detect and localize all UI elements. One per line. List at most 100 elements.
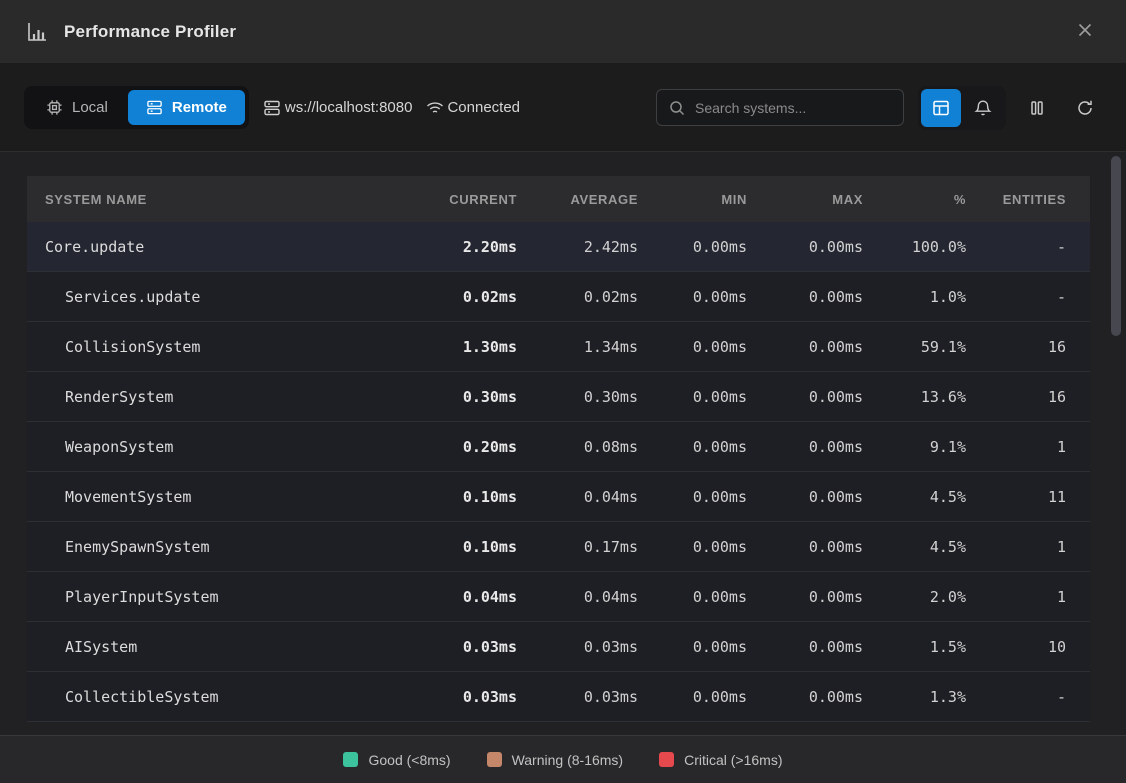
table-row[interactable]: Services.update 0.02ms 0.02ms 0.00ms 0.0…: [27, 272, 1090, 322]
cell-max: 0.00ms: [749, 638, 865, 656]
mode-local-label: Local: [72, 99, 108, 116]
search-input[interactable]: [695, 100, 891, 116]
column-header-system-name[interactable]: SYSTEM NAME: [27, 192, 407, 207]
cell-max: 0.00ms: [749, 288, 865, 306]
cell-entities: -: [968, 288, 1090, 306]
view-toggle-group: [918, 86, 1006, 130]
connection-status: Connected: [426, 99, 520, 117]
cell-current: 0.30ms: [407, 388, 519, 406]
cell-average: 0.17ms: [519, 538, 640, 556]
cell-min: 0.00ms: [640, 488, 749, 506]
bar-chart-icon: [26, 21, 48, 43]
server-icon: [146, 99, 163, 116]
cell-min: 0.00ms: [640, 588, 749, 606]
legend-label: Warning (8-16ms): [512, 752, 624, 768]
cell-max: 0.00ms: [749, 588, 865, 606]
column-header-percent[interactable]: %: [865, 192, 968, 207]
cell-entities: -: [968, 688, 1090, 706]
server-icon: [263, 99, 281, 117]
pause-button[interactable]: [1020, 89, 1054, 127]
legend-label: Good (<8ms): [368, 752, 450, 768]
cell-max: 0.00ms: [749, 338, 865, 356]
column-header-max[interactable]: MAX: [749, 192, 865, 207]
close-button[interactable]: [1070, 17, 1100, 47]
vertical-scrollbar[interactable]: [1110, 154, 1122, 733]
refresh-button[interactable]: [1068, 89, 1102, 127]
legend-item: Warning (8-16ms): [487, 752, 624, 768]
table-view-button[interactable]: [921, 89, 961, 127]
cell-percent: 13.6%: [865, 388, 968, 406]
cell-percent: 9.1%: [865, 438, 968, 456]
scrollbar-thumb[interactable]: [1111, 156, 1121, 336]
cell-system-name: WeaponSystem: [27, 438, 407, 456]
close-icon: [1077, 22, 1093, 41]
column-header-entities[interactable]: ENTITIES: [968, 192, 1090, 207]
alerts-button[interactable]: [963, 89, 1003, 127]
cell-average: 2.42ms: [519, 238, 640, 256]
toolbar: Local Remote: [0, 64, 1126, 152]
table-row[interactable]: WeaponSystem 0.20ms 0.08ms 0.00ms 0.00ms…: [27, 422, 1090, 472]
cell-min: 0.00ms: [640, 238, 749, 256]
cell-system-name: PlayerInputSystem: [27, 588, 407, 606]
cell-percent: 100.0%: [865, 238, 968, 256]
legend-swatch: [487, 752, 502, 767]
cell-max: 0.00ms: [749, 388, 865, 406]
cell-system-name: RenderSystem: [27, 388, 407, 406]
cell-min: 0.00ms: [640, 438, 749, 456]
table-row[interactable]: RenderSystem 0.30ms 0.30ms 0.00ms 0.00ms…: [27, 372, 1090, 422]
connection-url: ws://localhost:8080: [285, 99, 413, 116]
column-header-min[interactable]: MIN: [640, 192, 749, 207]
cell-max: 0.00ms: [749, 688, 865, 706]
table-row[interactable]: PlayerInputSystem 0.04ms 0.04ms 0.00ms 0…: [27, 572, 1090, 622]
legend-swatch: [343, 752, 358, 767]
table-row[interactable]: Core.update 2.20ms 2.42ms 0.00ms 0.00ms …: [27, 222, 1090, 272]
pause-icon: [1028, 99, 1046, 117]
cell-min: 0.00ms: [640, 388, 749, 406]
cell-current: 0.04ms: [407, 588, 519, 606]
refresh-icon: [1076, 99, 1094, 117]
cell-average: 0.04ms: [519, 488, 640, 506]
table-row[interactable]: CollisionSystem 1.30ms 1.34ms 0.00ms 0.0…: [27, 322, 1090, 372]
titlebar: Performance Profiler: [0, 0, 1126, 64]
cell-current: 0.03ms: [407, 688, 519, 706]
legend-swatch: [659, 752, 674, 767]
cell-entities: 16: [968, 338, 1090, 356]
cell-max: 0.00ms: [749, 538, 865, 556]
cell-max: 0.00ms: [749, 438, 865, 456]
table-row[interactable]: EnemySpawnSystem 0.10ms 0.17ms 0.00ms 0.…: [27, 522, 1090, 572]
cell-entities: -: [968, 238, 1090, 256]
cell-min: 0.00ms: [640, 538, 749, 556]
legend-label: Critical (>16ms): [684, 752, 782, 768]
cell-min: 0.00ms: [640, 638, 749, 656]
profiler-content: SYSTEM NAME CURRENT AVERAGE MIN MAX % EN…: [0, 152, 1126, 735]
table-row[interactable]: MovementSystem 0.10ms 0.04ms 0.00ms 0.00…: [27, 472, 1090, 522]
cell-system-name: CollisionSystem: [27, 338, 407, 356]
wifi-icon: [426, 99, 444, 117]
bell-icon: [974, 99, 992, 117]
cell-entities: 1: [968, 588, 1090, 606]
cpu-icon: [46, 99, 63, 116]
cell-percent: 59.1%: [865, 338, 968, 356]
cell-current: 0.10ms: [407, 488, 519, 506]
cell-percent: 4.5%: [865, 538, 968, 556]
cell-max: 0.00ms: [749, 488, 865, 506]
table-row[interactable]: AISystem 0.03ms 0.03ms 0.00ms 0.00ms 1.5…: [27, 622, 1090, 672]
cell-current: 2.20ms: [407, 238, 519, 256]
column-header-current[interactable]: CURRENT: [407, 192, 519, 207]
cell-current: 0.03ms: [407, 638, 519, 656]
column-header-average[interactable]: AVERAGE: [519, 192, 640, 207]
mode-remote-button[interactable]: Remote: [128, 90, 245, 125]
cell-average: 0.30ms: [519, 388, 640, 406]
mode-local-button[interactable]: Local: [28, 90, 126, 125]
cell-percent: 1.3%: [865, 688, 968, 706]
cell-percent: 2.0%: [865, 588, 968, 606]
cell-average: 1.34ms: [519, 338, 640, 356]
cell-percent: 1.5%: [865, 638, 968, 656]
cell-percent: 4.5%: [865, 488, 968, 506]
cell-current: 0.02ms: [407, 288, 519, 306]
mode-remote-label: Remote: [172, 99, 227, 116]
performance-profiler-window: Performance Profiler Local: [0, 0, 1126, 783]
cell-entities: 1: [968, 538, 1090, 556]
connection-status-label: Connected: [447, 99, 520, 116]
table-row[interactable]: CollectibleSystem 0.03ms 0.03ms 0.00ms 0…: [27, 672, 1090, 722]
